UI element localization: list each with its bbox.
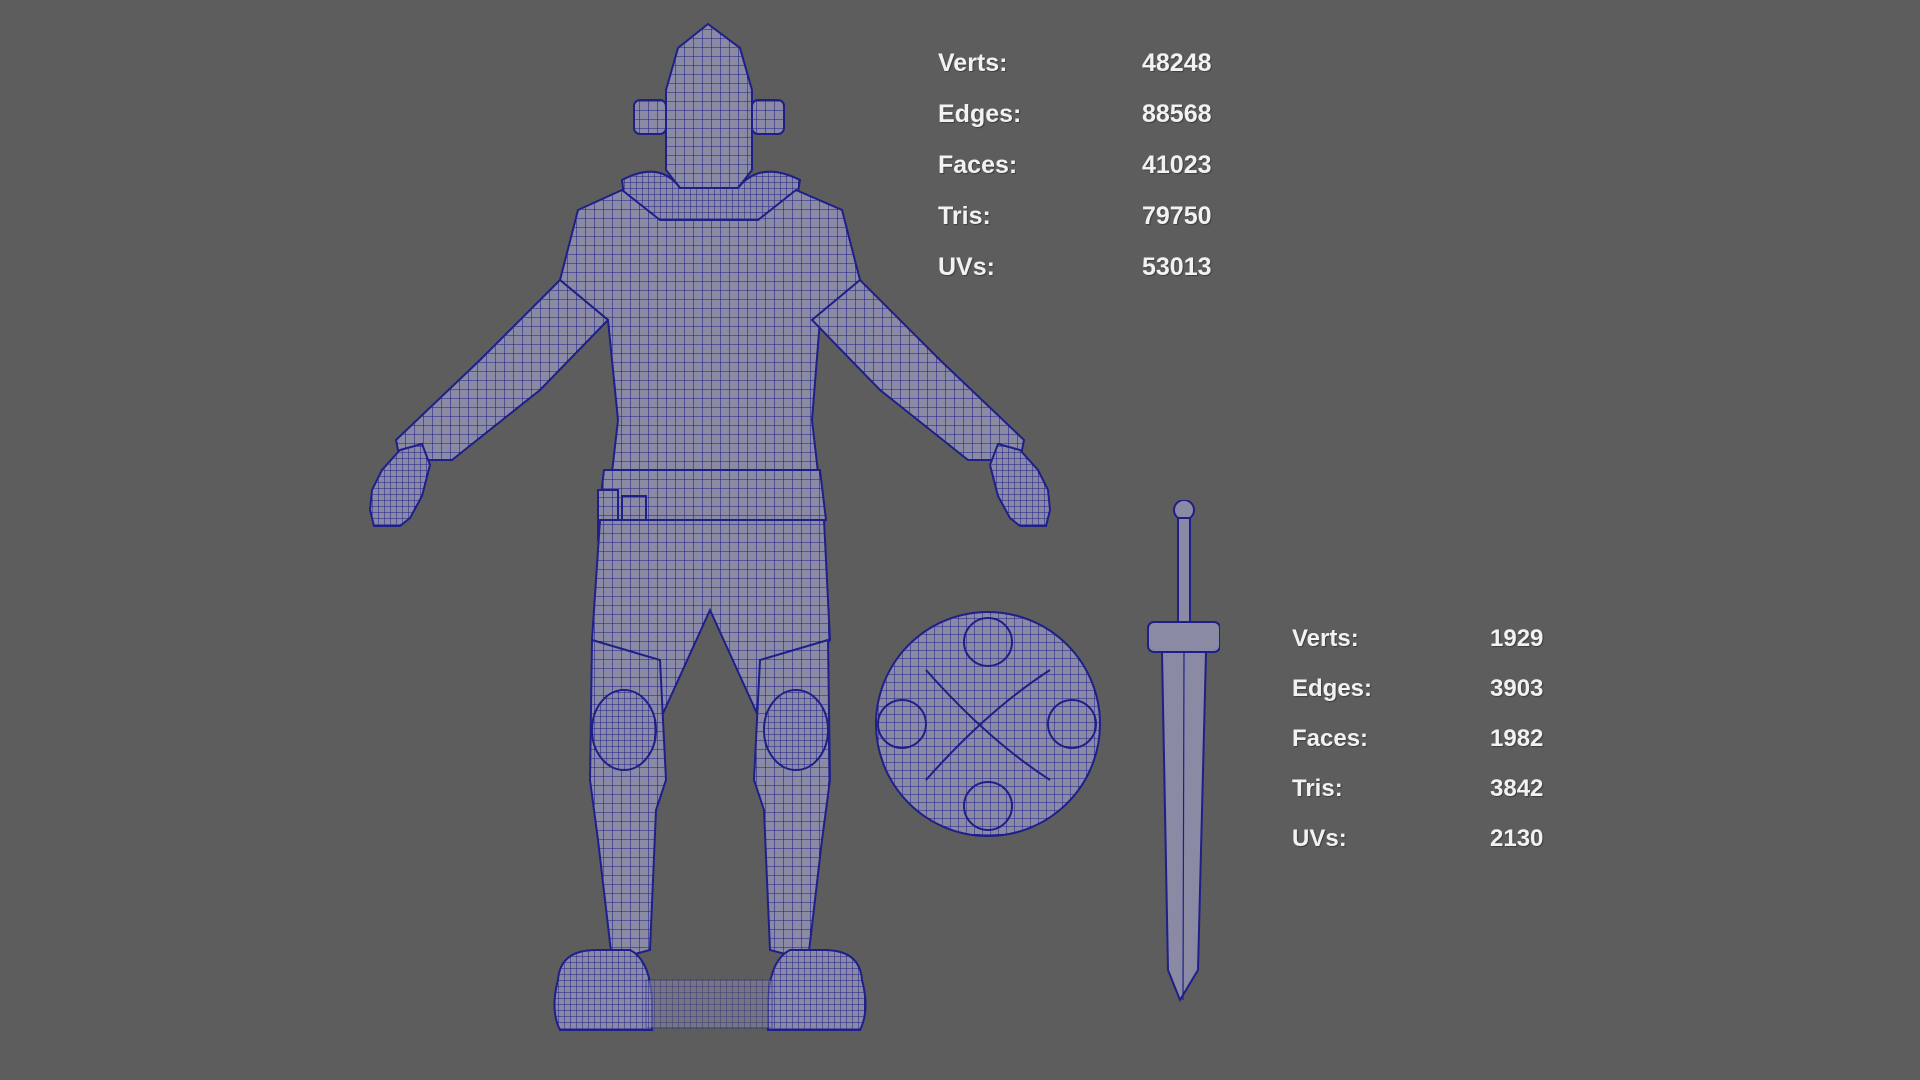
sword-crossguard: [1147, 621, 1220, 653]
sword-wireframe-model: [1147, 500, 1220, 1003]
stat-value: 3903: [1490, 675, 1544, 702]
boot-right: [767, 949, 867, 1031]
stat-value: 1929: [1490, 625, 1544, 652]
stat-value: 3842: [1490, 775, 1544, 802]
shield-boss-top: [963, 617, 1013, 667]
leg-right: [752, 638, 832, 962]
stat-label: Verts:: [1292, 625, 1359, 652]
stat-value: 41023: [1142, 151, 1212, 179]
stat-value: 1982: [1490, 725, 1544, 752]
hand-left: [368, 442, 432, 527]
shield-boss-left: [877, 699, 927, 749]
stat-value: 88568: [1142, 100, 1212, 128]
leg-left: [588, 638, 668, 962]
stat-label: UVs:: [938, 253, 995, 281]
stat-value: 53013: [1142, 253, 1212, 281]
maya-viewport[interactable]: Verts: 48248 Edges: 88568 Faces: 41023 T…: [0, 0, 1920, 1080]
sword-grip: [1177, 517, 1191, 623]
stat-label: Faces:: [1292, 725, 1369, 752]
shield-wireframe-model: [875, 611, 1101, 837]
arm-right: [810, 278, 1026, 461]
helmet: [665, 22, 753, 189]
stat-label: Faces:: [938, 151, 1018, 179]
stat-label: Edges:: [938, 100, 1022, 128]
stat-value: 2130: [1490, 825, 1544, 852]
arm-left: [394, 278, 610, 461]
stat-value: 48248: [1142, 49, 1212, 77]
helmet-ear-right: [751, 99, 785, 135]
knee-left: [591, 689, 657, 771]
boot-left: [553, 949, 653, 1031]
ground-grid: [645, 979, 773, 1029]
stat-label: Tris:: [1292, 775, 1343, 802]
stat-label: Verts:: [938, 49, 1008, 77]
stat-label: UVs:: [1292, 825, 1347, 852]
knee-right: [763, 689, 829, 771]
torso: [558, 188, 862, 491]
hand-right: [988, 442, 1052, 527]
shield-boss-bottom: [963, 781, 1013, 831]
stat-value: 79750: [1142, 202, 1212, 230]
helmet-ear-left: [633, 99, 667, 135]
stat-label: Edges:: [1292, 675, 1373, 702]
shield-boss-right: [1047, 699, 1097, 749]
stat-label: Tris:: [938, 202, 991, 230]
